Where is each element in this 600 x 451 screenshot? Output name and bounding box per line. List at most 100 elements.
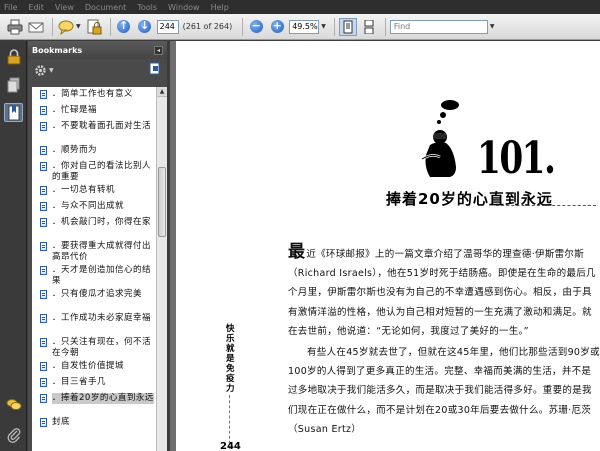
bookmarks-icon [8,105,19,120]
bookmark-label: ．忙碌是福 [52,105,98,115]
collapse-panel-button[interactable]: ◂ [154,45,163,55]
bookmark-item[interactable]: ．天才是创造加信心的结果 [32,265,156,287]
find-input[interactable] [389,19,488,34]
arrow-down-icon: ↓ [138,19,152,33]
bookmark-page-icon [40,202,47,211]
new-bookmark-icon [149,62,160,75]
navigation-pane-strip [0,41,27,451]
scroll-up-icon[interactable]: ▲ [157,87,167,97]
page-number: 244 [220,441,241,451]
menu-bar: File Edit View Document Tools Window Hel… [0,0,600,14]
bookmark-label: ．天才是创造加信心的结果 [52,265,152,286]
options-button[interactable]: ▼ [34,64,54,77]
comments-icon [6,398,21,410]
security-panel-button[interactable] [4,47,23,66]
bookmarks-list: ．简单工作也有意义 ．忙碌是福 ．不要耽着面孔面对生活 ．顺势而为 ．你对自己的看法比别… [32,87,156,451]
chevron-down-icon[interactable]: ▼ [490,23,495,30]
comment-button[interactable] [57,18,75,36]
zoom-level-input[interactable] [289,19,320,34]
bookmark-item[interactable]: ．顺势而为 [32,145,156,156]
bookmark-item[interactable]: ．目三省手几 [32,377,156,388]
plus-icon: + [270,19,284,33]
body-text: 最近《环球邮报》上的一篇文章介绍了温哥华的理查德·伊斯雷尔斯（Richard I… [288,242,600,441]
bookmark-label: ．工作成功未必家庭幸福 [52,313,152,323]
menu-view[interactable]: View [55,3,74,12]
zoom-in-button[interactable]: + [268,18,286,36]
document-viewport[interactable]: 101. 捧着20岁的心直到永远 快乐就是免疫力 244 最近《环球邮报》上的一… [170,41,600,451]
new-bookmark-button[interactable] [148,62,161,78]
chevron-down-icon[interactable]: ▼ [321,23,326,30]
bookmark-page-icon [40,186,47,195]
bookmark-item[interactable]: ．捧着20岁的心直到永远 [32,393,156,404]
bookmark-label: ．一切总有转机 [52,185,116,195]
printer-icon [7,19,23,34]
bookmark-item[interactable]: ．简单工作也有意义 [32,89,156,100]
envelope-icon [28,22,44,32]
pages-panel-button[interactable] [4,75,23,94]
email-button[interactable] [27,18,45,36]
bookmark-page-icon [40,378,47,387]
pages-icon [7,77,19,92]
attachments-panel-button[interactable] [4,425,23,444]
previous-page-button[interactable]: ↑ [115,18,133,36]
secure-button[interactable] [85,18,103,36]
bookmark-page-icon [40,122,47,131]
bookmarks-toolbar: ▼ [28,59,167,81]
lock-icon [7,48,20,64]
chevron-down-icon[interactable]: ▼ [76,23,81,30]
paragraph-text: 有些人在45岁就去世了，但就在这45年里，他们比那些活到90岁或100岁的人得到… [288,347,600,435]
bookmark-item[interactable]: ．你对自己的看法比别人的重要 [32,161,156,183]
bookmark-item[interactable]: ．不要耽着面孔面对生活 [32,121,156,132]
paragraph: 最近《环球邮报》上的一篇文章介绍了温哥华的理查德·伊斯雷尔斯（Richard I… [288,242,600,341]
menu-edit[interactable]: Edit [28,3,44,12]
bookmark-item[interactable]: ．只有傻瓜才追求完美 [32,289,156,300]
bookmark-page-icon [40,362,47,371]
bookmark-label: 封底 [52,417,71,427]
drop-cap: 最 [288,242,306,262]
next-page-button[interactable]: ↓ [136,18,154,36]
bookmarks-title: Bookmarks [32,45,83,55]
bookmark-item[interactable]: ．要获得重大成就得付出高昂代价 [32,241,156,263]
toolbar-separator [333,17,335,36]
menu-file[interactable]: File [4,3,17,12]
title-dashed-rule [496,205,596,206]
comments-panel-button[interactable] [4,395,23,414]
toolbar-separator [52,17,53,36]
bookmark-item[interactable]: ．工作成功未必家庭幸福 [32,313,156,324]
bookmark-item[interactable]: ．忙碌是福 [32,105,156,116]
bookmark-label: ．你对自己的看法比别人的重要 [52,161,152,182]
continuous-view-button[interactable] [360,18,378,36]
bookmark-label: ．顺势而为 [52,145,98,155]
zoom-out-button[interactable]: − [247,18,265,36]
gear-icon [35,64,46,76]
thinking-figure-illustration [421,100,459,177]
bookmark-item[interactable]: ．一切总有转机 [32,185,156,196]
bookmark-page-icon [40,106,47,115]
minus-icon: − [249,19,263,33]
scrollbar-thumb[interactable] [158,167,166,237]
bookmark-label: ．不要耽着面孔面对生活 [52,121,152,131]
bookmark-page-icon [40,146,47,155]
menu-help[interactable]: Help [211,3,229,12]
bookmarks-panel-button[interactable] [4,103,23,122]
bookmark-item[interactable]: ．机会敲门时，你得在家 [32,217,156,228]
bookmark-label: ．简单工作也有意义 [52,89,134,99]
menu-window[interactable]: Window [168,3,200,12]
bookmark-item[interactable]: ．与众不同出成就 [32,201,156,212]
bookmark-page-icon [40,338,47,347]
toolbar-separator [384,17,386,36]
menu-document[interactable]: Document [85,3,126,12]
menu-tools[interactable]: Tools [137,3,157,12]
page-number-input[interactable] [156,19,179,34]
bookmarks-scrollbar[interactable]: ▲ [156,87,167,451]
single-page-view-button[interactable] [338,17,357,36]
bookmark-page-icon [40,218,47,227]
bookmark-item[interactable]: 封底 [32,417,156,428]
bookmark-item[interactable]: ．自发性价值提城 [32,361,156,372]
bookmark-page-icon [40,418,47,427]
single-page-icon [343,20,353,33]
bookmark-item[interactable]: ．只关注有现在，何不活在今朝 [32,337,156,359]
bookmarks-header: Bookmarks ◂ [28,41,167,59]
toolbar-separator [109,17,111,36]
print-button[interactable] [6,18,24,36]
